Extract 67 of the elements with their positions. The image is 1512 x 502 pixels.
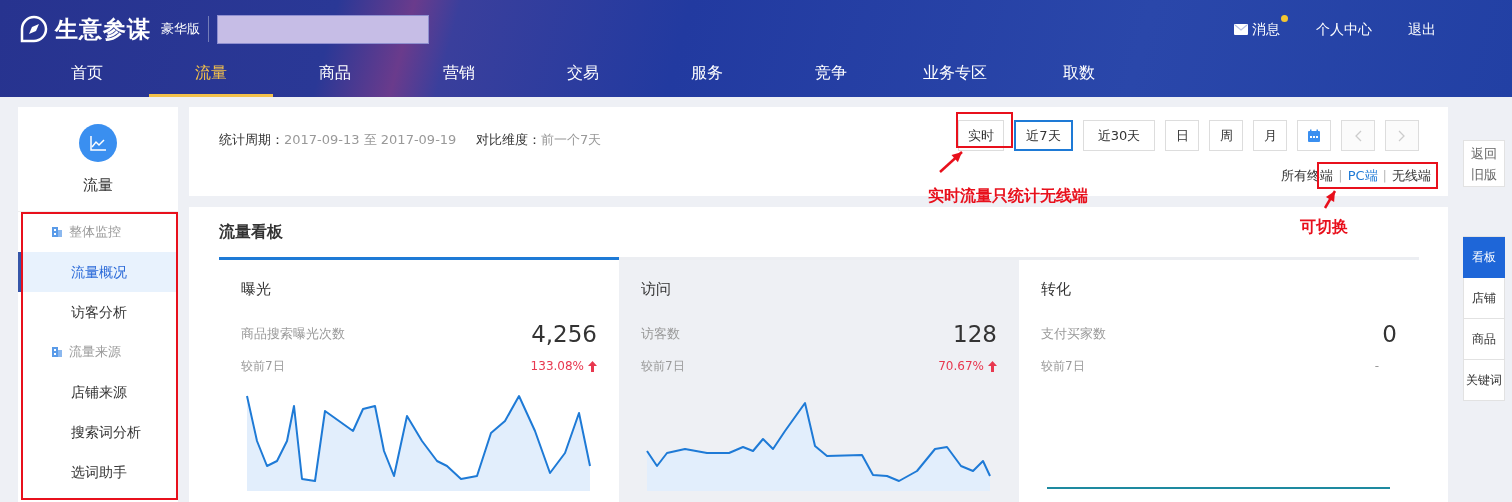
sidebar-item[interactable]: 选词助手 — [18, 452, 178, 492]
mail-icon — [1234, 23, 1248, 35]
nav-tab[interactable]: 首页 — [25, 58, 149, 97]
terminal-link[interactable]: 无线端 — [1392, 166, 1431, 186]
compare-label: 较前7日 — [1041, 358, 1085, 375]
back-to-old-link[interactable]: 返回旧版 — [1463, 140, 1505, 187]
metric-value: 128 — [953, 319, 997, 349]
nav-tab[interactable]: 流量 — [149, 58, 273, 97]
edition-label: 豪华版 — [160, 20, 200, 39]
nav-tab[interactable]: 取数 — [1017, 58, 1141, 97]
change-percent: 133.08% — [530, 358, 584, 375]
calendar-icon — [1307, 128, 1321, 143]
separator: | — [1382, 167, 1387, 185]
annotation-note: 实时流量只统计无线端 — [928, 185, 1088, 207]
brand-title: 生意参谋 — [54, 14, 151, 44]
nav-tab[interactable]: 营销 — [397, 58, 521, 97]
board-title: 流量看板 — [219, 221, 283, 243]
nav-tab[interactable]: 交易 — [521, 58, 645, 97]
range-button[interactable]: 近30天 — [1083, 120, 1155, 151]
line-chart-icon — [79, 124, 117, 162]
metric-name: 商品搜索曝光次数 — [241, 325, 345, 343]
metric-title: 转化 — [1041, 279, 1072, 300]
sidebar-group-label: 流量来源 — [69, 343, 121, 362]
metric-value: 0 — [1382, 319, 1397, 349]
metric-panel[interactable]: 访问 访客数 128 较前7日 70.67% — [619, 257, 1019, 502]
side-tab[interactable]: 店铺 — [1463, 278, 1505, 319]
separator: | — [1338, 167, 1343, 185]
side-tab[interactable]: 商品 — [1463, 319, 1505, 360]
annotation-note: 可切换 — [1300, 216, 1348, 238]
change-percent: - — [1374, 358, 1379, 375]
range-button[interactable]: 实时 — [958, 120, 1004, 151]
sidebar-title: 流量 — [83, 175, 113, 196]
range-button[interactable]: 周 — [1209, 120, 1243, 151]
header-link[interactable]: 个人中心 — [1316, 18, 1372, 40]
metric-value: 4,256 — [531, 319, 597, 349]
period-text: 统计周期：2017-09-13 至 2017-09-19 — [219, 131, 457, 149]
sidebar-item[interactable]: 店铺来源 — [18, 372, 178, 412]
range-button[interactable]: 近7天 — [1014, 120, 1073, 151]
change-percent: 70.67% — [938, 358, 984, 375]
compass-logo-icon — [20, 15, 48, 43]
nav-tab[interactable]: 商品 — [273, 58, 397, 97]
compare-label: 较前7日 — [641, 358, 685, 375]
terminal-link[interactable]: PC端 — [1347, 166, 1378, 186]
sidebar-item[interactable]: 搜索词分析 — [18, 412, 178, 452]
highlight-frame — [956, 112, 1013, 148]
sidebar-item[interactable]: 访客分析 — [18, 292, 178, 332]
side-tab[interactable]: 关键词 — [1463, 360, 1505, 401]
chevron-right-icon — [1398, 129, 1406, 142]
calendar-button[interactable] — [1297, 120, 1331, 151]
nav-tab[interactable]: 竞争 — [769, 58, 893, 97]
sidebar-group-label: 整体监控 — [69, 223, 121, 242]
range-button[interactable]: 月 — [1253, 120, 1287, 151]
building-icon — [51, 226, 63, 238]
metric-title: 访问 — [641, 279, 672, 300]
metric-title: 曝光 — [241, 279, 272, 300]
nav-tab[interactable]: 服务 — [645, 58, 769, 97]
range-button[interactable]: 日 — [1165, 120, 1199, 151]
side-tab[interactable]: 看板 — [1463, 237, 1505, 278]
metric-name: 支付买家数 — [1041, 325, 1106, 343]
building-icon — [51, 346, 63, 358]
header-link[interactable]: 消息 — [1234, 18, 1280, 40]
compare-label: 较前7日 — [241, 358, 285, 375]
nav-tab[interactable]: 业务专区 — [893, 58, 1017, 97]
sidebar-item[interactable]: 流量概况 — [18, 252, 178, 292]
header-link[interactable]: 退出 — [1408, 18, 1436, 40]
metric-name: 访客数 — [641, 325, 680, 343]
chevron-left-icon — [1354, 129, 1362, 142]
